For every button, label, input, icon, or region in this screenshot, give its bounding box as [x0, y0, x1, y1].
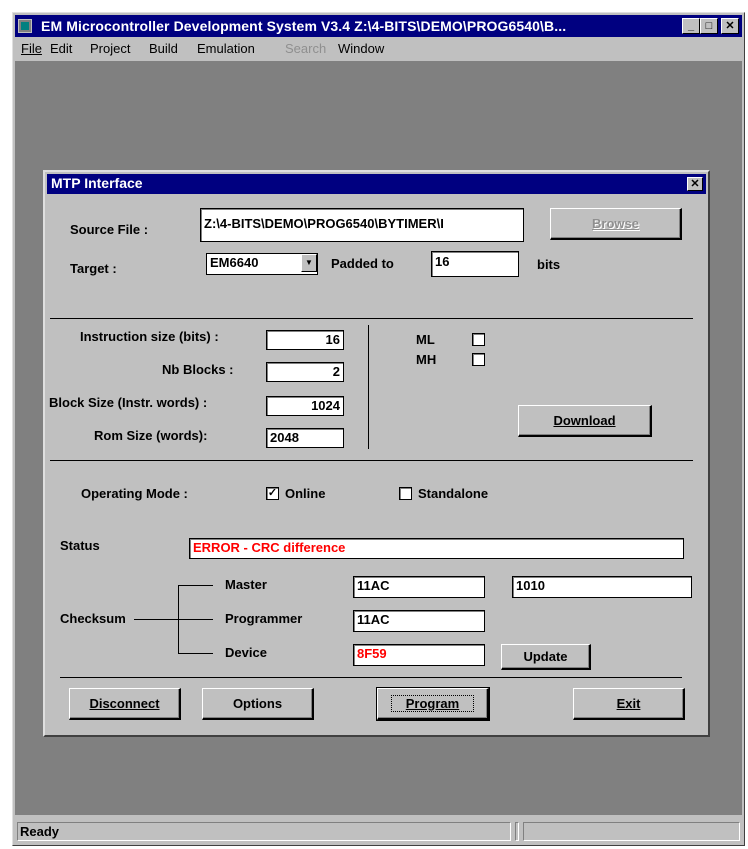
status-ready: Ready — [17, 822, 511, 841]
status-label: Status — [60, 538, 100, 553]
rom-size-field[interactable]: 2048 — [266, 428, 344, 448]
close-button[interactable]: ✕ — [721, 18, 739, 34]
mtp-interface-dialog: MTP Interface ✕ Source File : Z:\4-BITS\… — [43, 170, 710, 737]
chevron-down-icon[interactable]: ▼ — [301, 254, 317, 272]
menu-search[interactable]: Search — [285, 41, 326, 56]
operating-mode-label: Operating Mode : — [81, 486, 188, 501]
online-label: Online — [285, 486, 326, 501]
checksum-tree-branch-device — [178, 653, 213, 654]
checksum-tree-branch-programmer — [178, 619, 213, 620]
menu-emulation[interactable]: Emulation — [197, 41, 255, 56]
disconnect-button[interactable]: Disconnect — [69, 688, 181, 720]
dialog-title-bar[interactable]: MTP Interface ✕ — [47, 174, 706, 194]
mh-checkbox[interactable] — [472, 353, 485, 366]
minimize-button[interactable]: _ — [682, 18, 700, 34]
browse-button-label: Browse — [592, 216, 639, 231]
block-size-field[interactable]: 1024 — [266, 396, 344, 416]
dialog-close-button[interactable]: ✕ — [687, 177, 703, 191]
exit-button-label: Exit — [616, 696, 641, 711]
padded-to-label: Padded to — [331, 256, 394, 271]
program-button[interactable]: Program — [376, 687, 490, 721]
title-bar[interactable]: EM Microcontroller Development System V3… — [15, 15, 742, 37]
divider-1 — [50, 318, 693, 319]
app-icon[interactable] — [18, 19, 32, 33]
browse-button[interactable]: Browse — [550, 208, 682, 240]
nb-blocks-field[interactable]: 2 — [266, 362, 344, 382]
exit-button[interactable]: Exit — [573, 688, 685, 720]
bits-label: bits — [537, 257, 561, 272]
source-file-label: Source File : — [70, 222, 149, 237]
ml-label: ML — [416, 332, 435, 347]
window-title: EM Microcontroller Development System V3… — [41, 18, 567, 34]
divider-vertical — [368, 325, 369, 449]
update-button[interactable]: Update — [501, 644, 591, 670]
target-label: Target : — [70, 261, 117, 276]
status-pane-3 — [523, 822, 740, 841]
status-pane-2 — [515, 822, 519, 841]
device-field[interactable]: 8F59 — [353, 644, 485, 666]
source-file-field[interactable]: Z:\4-BITS\DEMO\PROG6540\BYTIMER\I — [200, 208, 524, 242]
padded-to-field[interactable]: 16 — [431, 251, 519, 277]
divider-3 — [60, 677, 682, 678]
menu-window[interactable]: Window — [338, 41, 384, 56]
ml-checkbox[interactable] — [472, 333, 485, 346]
standalone-label: Standalone — [418, 486, 489, 501]
standalone-checkbox[interactable] — [399, 487, 412, 500]
download-button[interactable]: Download — [518, 405, 652, 437]
program-button-label: Program — [405, 696, 460, 711]
menu-build[interactable]: Build — [149, 41, 178, 56]
menu-edit[interactable]: Edit — [50, 41, 72, 56]
device-label: Device — [225, 645, 267, 660]
menu-project[interactable]: Project — [90, 41, 130, 56]
menu-bar: File Edit Project Build Emulation Search… — [15, 39, 742, 59]
master-label: Master — [225, 577, 267, 592]
disconnect-button-label: Disconnect — [89, 696, 160, 711]
mh-label: MH — [416, 352, 437, 367]
options-button[interactable]: Options — [202, 688, 314, 720]
block-size-label: Block Size (Instr. words) : — [49, 395, 208, 410]
nb-blocks-label: Nb Blocks : — [162, 362, 234, 377]
target-select[interactable]: EM6640 ▼ — [206, 253, 318, 275]
programmer-field[interactable]: 11AC — [353, 610, 485, 632]
target-value: EM6640 — [210, 255, 259, 270]
divider-2 — [50, 460, 693, 461]
maximize-button[interactable]: □ — [700, 18, 718, 34]
status-bar: Ready — [15, 819, 742, 843]
menu-file-label: File — [21, 41, 42, 56]
online-checkbox[interactable]: ✓ — [266, 487, 279, 500]
instruction-size-field[interactable]: 16 — [266, 330, 344, 350]
instruction-size-label: Instruction size (bits) : — [80, 329, 219, 344]
dialog-title: MTP Interface — [51, 175, 143, 191]
status-field: ERROR - CRC difference — [189, 538, 684, 559]
master-field[interactable]: 11AC — [353, 576, 485, 598]
menu-file[interactable]: File — [21, 41, 42, 56]
checksum-tree-stem — [134, 619, 178, 620]
rom-size-label: Rom Size (words): — [94, 428, 208, 443]
checksum-label: Checksum — [60, 611, 126, 626]
programmer-label: Programmer — [225, 611, 303, 626]
checksum-tree-branch-master — [178, 585, 213, 586]
master-field-2[interactable]: 1010 — [512, 576, 692, 598]
download-button-label: Download — [553, 413, 616, 428]
